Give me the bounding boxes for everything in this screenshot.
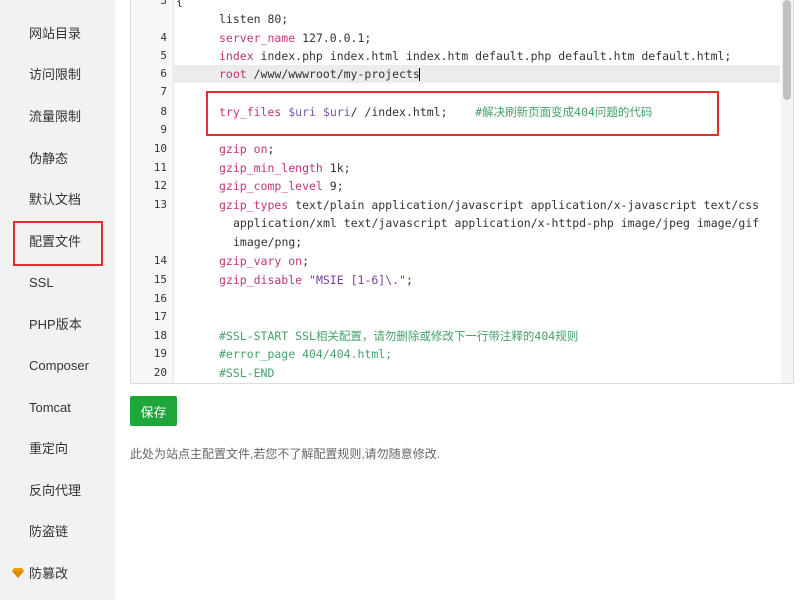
sidebar-item-redirect[interactable]: 重定向	[29, 439, 68, 459]
line-number: 20	[153, 366, 167, 379]
code-line-wrap: image/png;	[233, 235, 303, 249]
save-button[interactable]: 保存	[130, 396, 177, 426]
code-line: gzip_types text/plain application/javasc…	[219, 196, 759, 214]
text-cursor	[418, 68, 420, 81]
line-number: 16	[153, 292, 167, 305]
code-line: gzip_disable "MSIE [1-6]\.";	[219, 271, 413, 289]
code-keyword: server_name	[219, 31, 296, 45]
line-number: 15	[153, 273, 167, 286]
code-line: server_name 127.0.0.1;	[219, 29, 371, 47]
line-number: 14	[153, 254, 167, 267]
code-keyword: root	[219, 67, 247, 81]
code-keyword: gzip_comp_level	[219, 179, 323, 193]
code-text: 9;	[322, 179, 344, 193]
code-keyword: gzip	[219, 142, 247, 156]
line-number: 12	[153, 179, 167, 192]
code-line: gzip_min_length 1k;	[219, 159, 351, 177]
sidebar-item-php-version[interactable]: PHP版本	[29, 315, 82, 335]
code-line: gzip_comp_level 9;	[219, 177, 344, 195]
code-editor[interactable]: 3 4 5 6 7 8 9 10 11 12 13 14 15 16 17 18…	[130, 0, 794, 384]
line-number: 9	[160, 123, 167, 136]
code-keyword: gzip_vary	[219, 254, 282, 268]
line-number: 3	[160, 0, 167, 7]
code-comment: #SSL-END	[219, 366, 275, 380]
code-line: index index.php index.html index.htm def…	[219, 47, 731, 65]
line-number: 4	[160, 31, 167, 44]
sidebar-item-hotlink-protection[interactable]: 防盗链	[29, 522, 68, 542]
code-keyword: gzip_types	[219, 198, 289, 212]
line-number: 19	[153, 347, 167, 360]
line-number: 11	[153, 161, 167, 174]
line-number: 5	[160, 49, 167, 62]
sidebar-item-ssl[interactable]: SSL	[29, 273, 54, 293]
code-text: 1k;	[322, 161, 351, 175]
line-number: 17	[153, 310, 167, 323]
code-keyword: gzip_disable	[219, 273, 303, 287]
sidebar-item-traffic-limit[interactable]: 流量限制	[29, 107, 81, 127]
line-number: 10	[153, 142, 167, 155]
editor-scrollbar[interactable]	[781, 0, 793, 383]
code-line: root /www/wwwroot/my-projects	[219, 65, 420, 83]
main-panel: 3 4 5 6 7 8 9 10 11 12 13 14 15 16 17 18…	[115, 0, 800, 600]
code-line: gzip on;	[219, 140, 274, 158]
line-number: 13	[153, 198, 167, 211]
code-text: index.php index.html index.htm default.p…	[253, 49, 732, 63]
code-text: ;	[267, 142, 275, 156]
sidebar-item-site-directory[interactable]: 网站目录	[29, 24, 81, 44]
gem-icon	[12, 568, 24, 578]
sidebar-item-tomcat[interactable]: Tomcat	[29, 398, 71, 418]
code-value: on	[253, 142, 268, 156]
code-value: on	[288, 254, 303, 268]
code-comment: #error_page 404/404.html;	[219, 347, 393, 361]
sidebar-item-composer[interactable]: Composer	[29, 356, 89, 376]
sidebar-item-reverse-proxy[interactable]: 反向代理	[29, 481, 81, 501]
code-text: text/plain application/javascript applic…	[288, 198, 760, 212]
code-line: gzip_vary on;	[219, 252, 309, 270]
sidebar-item-default-doc[interactable]: 默认文档	[29, 190, 81, 210]
scrollbar-thumb[interactable]	[783, 0, 791, 100]
code-keyword: index	[219, 49, 254, 63]
line-number: 7	[160, 85, 167, 98]
code-line: listen 80;	[219, 12, 289, 26]
sidebar-item-tamper-proof[interactable]: 防篡改	[29, 564, 68, 584]
code-text: 127.0.0.1;	[295, 31, 372, 45]
line-number: 8	[160, 105, 167, 118]
sidebar-highlight-box	[13, 221, 103, 266]
code-comment: #SSL-START SSL相关配置，请勿删除或修改下一行带注释的404规则	[219, 329, 579, 343]
config-warning-note: 此处为站点主配置文件,若您不了解配置规则,请勿随意修改.	[130, 447, 441, 461]
line-number: 18	[153, 329, 167, 342]
code-text: ;	[302, 254, 310, 268]
code-line-wrap: application/xml text/javascript applicat…	[233, 216, 760, 230]
sidebar-item-rewrite[interactable]: 伪静态	[29, 149, 68, 169]
code-keyword: gzip_min_length	[219, 161, 323, 175]
code-text: /www/wwwroot/my-projects	[246, 67, 420, 81]
line-number-active: 6	[160, 67, 167, 80]
sidebar: 网站目录 访问限制 流量限制 伪静态 默认文档 配置文件 SSL PHP版本 C…	[0, 0, 115, 600]
code-text: ;	[405, 273, 413, 287]
code-line-open-brace: {	[176, 0, 183, 8]
code-string: "MSIE [1-6]\."	[309, 273, 406, 287]
sidebar-item-access-limit[interactable]: 访问限制	[29, 65, 81, 85]
code-highlight-box	[206, 91, 719, 136]
